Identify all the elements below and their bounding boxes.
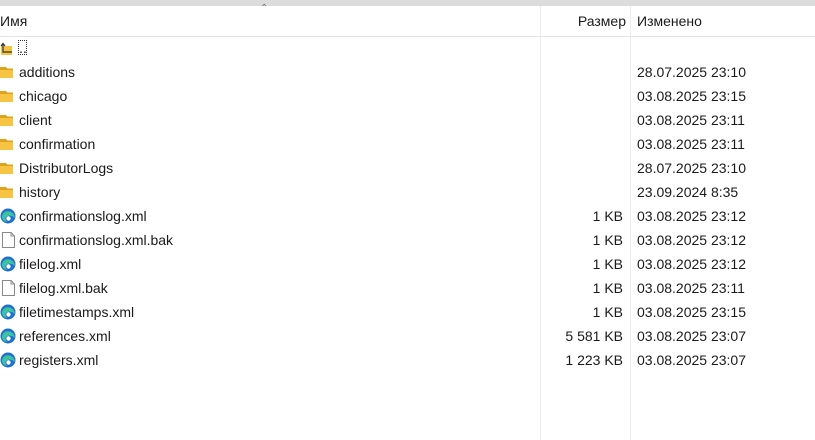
- edge-icon: [0, 324, 18, 348]
- file-size: 1 KB: [592, 256, 623, 272]
- column-header-name[interactable]: Имя ⌃: [0, 3, 540, 36]
- folder-icon: [0, 156, 18, 180]
- file-icon: [2, 280, 15, 296]
- file-name: references.xml: [19, 328, 111, 344]
- file-icon: [0, 228, 18, 252]
- file-modified: 03.08.2025 23:12: [637, 232, 746, 248]
- parent-directory-row[interactable]: ..: [0, 36, 815, 60]
- file-modified: 03.08.2025 23:07: [637, 352, 746, 368]
- file-modified: 03.08.2025 23:12: [637, 208, 746, 224]
- column-header: Имя ⌃ Размер Изменено: [0, 3, 815, 37]
- folder-icon: [0, 132, 18, 156]
- folder-icon: [0, 60, 18, 84]
- file-modified: 28.07.2025 23:10: [637, 160, 746, 176]
- file-modified: 28.07.2025 23:10: [637, 64, 746, 80]
- file-modified: 23.09.2024 8:35: [637, 184, 739, 200]
- folder-icon: [0, 67, 13, 78]
- file-name: history: [19, 184, 61, 200]
- edge-icon: [0, 256, 16, 272]
- file-size: 1 KB: [592, 304, 623, 320]
- file-modified: 03.08.2025 23:12: [637, 256, 746, 272]
- file-row[interactable]: confirmation 03.08.2025 23:11: [0, 132, 815, 156]
- file-row[interactable]: client 03.08.2025 23:11: [0, 108, 815, 132]
- file-name: client: [19, 112, 52, 128]
- file-modified: 03.08.2025 23:15: [637, 88, 746, 104]
- file-row[interactable]: confirmationslog.xml.bak 1 KB 03.08.2025 2…: [0, 228, 815, 252]
- file-size: [541, 108, 623, 132]
- column-header-modified[interactable]: Изменено: [631, 6, 815, 36]
- file-size: 1 KB: [592, 280, 623, 296]
- file-modified: 03.08.2025 23:07: [637, 328, 746, 344]
- file-row[interactable]: additions 28.07.2025 23:10: [0, 60, 815, 84]
- file-row[interactable]: filelog.xml.bak 1 KB 03.08.2025 23:11: [0, 276, 815, 300]
- file-size: [541, 156, 623, 180]
- file-name: filetimestamps.xml: [19, 304, 135, 320]
- file-name: confirmationslog.xml.bak: [19, 232, 174, 248]
- file-row[interactable]: references.xml 5 581 KB 03.08.2025 23:07: [0, 324, 815, 348]
- file-row[interactable]: registers.xml 1 223 KB 03.08.2025 23:07: [0, 348, 815, 372]
- file-row[interactable]: confirmationslog.xml 1 KB 03.08.2025 23:12: [0, 204, 815, 228]
- file-size: 1 223 KB: [565, 352, 623, 368]
- file-name: confirmation: [19, 136, 96, 152]
- folder-icon: [0, 187, 13, 198]
- folder-icon: [0, 139, 13, 150]
- file-modified: 03.08.2025 23:11: [637, 280, 745, 296]
- file-icon: [2, 232, 15, 248]
- file-name: filelog.xml: [19, 256, 82, 272]
- file-size: 1 KB: [592, 232, 623, 248]
- file-size: [541, 132, 623, 156]
- file-row[interactable]: filetimestamps.xml 1 KB 03.08.2025 23:15: [0, 300, 815, 324]
- sort-ascending-icon: ⌃: [260, 3, 269, 14]
- file-modified: 03.08.2025 23:11: [637, 136, 745, 152]
- file-name: filelog.xml.bak: [19, 280, 108, 296]
- folder-icon: [0, 84, 18, 108]
- edge-icon: [0, 252, 18, 276]
- file-name: registers.xml: [19, 352, 99, 368]
- edge-icon: [0, 304, 16, 320]
- file-row[interactable]: filelog.xml 1 KB 03.08.2025 23:12: [0, 252, 815, 276]
- file-size: [541, 180, 623, 204]
- folder-icon: [0, 180, 18, 204]
- file-name: confirmationslog.xml: [19, 208, 147, 224]
- column-header-size[interactable]: Размер: [541, 6, 630, 36]
- file-name: DistributorLogs: [19, 160, 114, 176]
- file-row[interactable]: DistributorLogs 28.07.2025 23:10: [0, 156, 815, 180]
- edge-icon: [0, 208, 16, 224]
- edge-icon: [0, 348, 18, 372]
- file-size: [541, 84, 623, 108]
- edge-icon: [0, 328, 16, 344]
- parent-directory-icon: [0, 42, 12, 55]
- file-size: 1 KB: [592, 208, 623, 224]
- edge-icon: [0, 204, 18, 228]
- edge-icon: [0, 352, 16, 368]
- folder-icon: [0, 115, 13, 126]
- file-icon: [0, 276, 18, 300]
- file-modified: 03.08.2025 23:15: [637, 304, 746, 320]
- folder-icon: [0, 108, 18, 132]
- file-name: additions: [19, 64, 76, 80]
- file-modified: 03.08.2025 23:11: [637, 112, 745, 128]
- edge-icon: [0, 300, 18, 324]
- folder-icon: [0, 91, 13, 102]
- file-size: 5 581 KB: [565, 328, 623, 344]
- file-row[interactable]: chicago 03.08.2025 23:15: [0, 84, 815, 108]
- file-name: chicago: [19, 88, 68, 104]
- parent-directory-label: ..: [19, 40, 27, 56]
- column-header-name-label: Имя: [0, 13, 28, 29]
- file-size: [541, 60, 623, 84]
- folder-icon: [0, 163, 13, 174]
- file-row[interactable]: history 23.09.2024 8:35: [0, 180, 815, 204]
